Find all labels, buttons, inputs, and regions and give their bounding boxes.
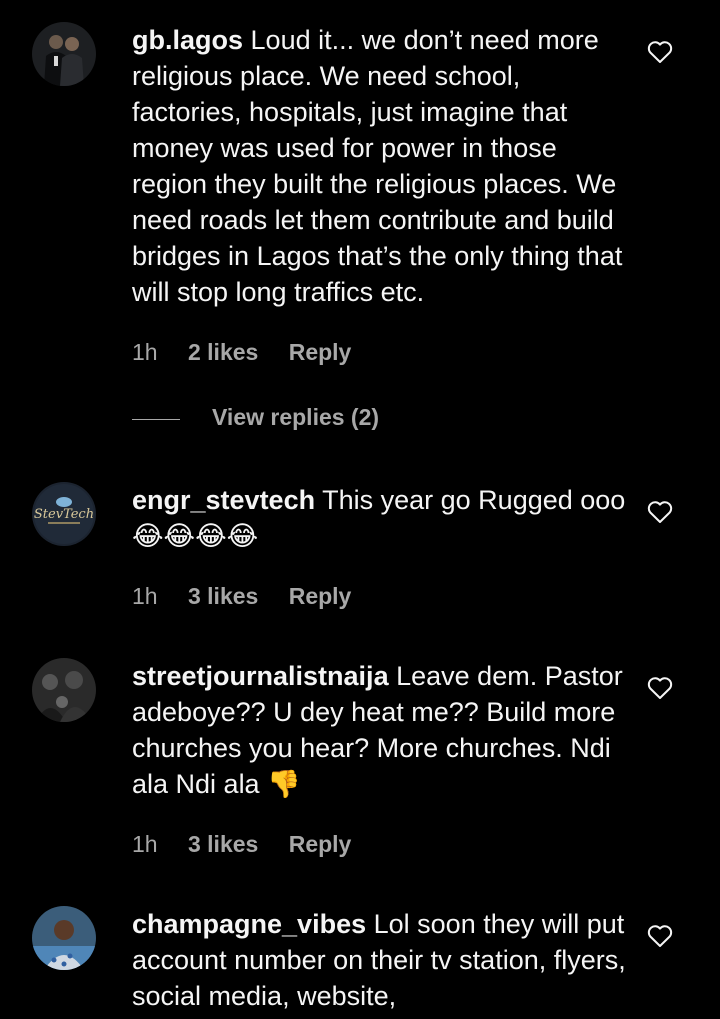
comment-text: gb.lagos Loud it... we don’t need more r… bbox=[132, 22, 632, 310]
username[interactable]: streetjournalistnaija bbox=[132, 661, 389, 691]
heart-outline-icon[interactable] bbox=[647, 40, 673, 64]
likes-count[interactable]: 3 likes bbox=[188, 831, 258, 857]
avatar[interactable] bbox=[32, 658, 96, 722]
heart-outline-icon[interactable] bbox=[647, 500, 673, 524]
comment-meta: 1h 3 likes Reply bbox=[132, 830, 375, 858]
likes-count[interactable]: 2 likes bbox=[188, 339, 258, 365]
username[interactable]: engr_stevtech bbox=[132, 485, 315, 515]
couple-photo-avatar-icon bbox=[32, 22, 96, 86]
man-photo-avatar-icon bbox=[32, 906, 96, 970]
comment-body: Loud it... we don’t need more religious … bbox=[132, 25, 630, 307]
view-replies-label[interactable]: View replies (2) bbox=[212, 404, 379, 431]
comment-text: engr_stevtech This year go Rugged ooo😂😂😂… bbox=[132, 482, 632, 554]
username[interactable]: champagne_vibes bbox=[132, 909, 366, 939]
comment-text: champagne_vibes Lol soon they will put a… bbox=[132, 906, 632, 1014]
crowd-photo-avatar-icon bbox=[32, 658, 96, 722]
username[interactable]: gb.lagos bbox=[132, 25, 243, 55]
likes-count[interactable]: 3 likes bbox=[188, 583, 258, 609]
avatar[interactable] bbox=[32, 22, 96, 86]
timestamp: 1h bbox=[132, 583, 158, 609]
divider-line bbox=[132, 419, 180, 420]
timestamp: 1h bbox=[132, 831, 158, 857]
stevtech-logo-avatar-icon: StevTech bbox=[32, 482, 96, 546]
comment-text: streetjournalistnaija Leave dem. Pastor … bbox=[132, 658, 632, 802]
comment-meta: 1h 3 likes Reply bbox=[132, 582, 375, 610]
heart-outline-icon[interactable] bbox=[647, 676, 673, 700]
avatar[interactable] bbox=[32, 906, 96, 970]
comment-meta: 1h 2 likes Reply bbox=[132, 338, 375, 366]
avatar[interactable]: StevTech bbox=[32, 482, 96, 546]
reply-button[interactable]: Reply bbox=[289, 583, 352, 609]
heart-outline-icon[interactable] bbox=[647, 924, 673, 948]
reply-button[interactable]: Reply bbox=[289, 831, 352, 857]
timestamp: 1h bbox=[132, 339, 158, 365]
stevtech-logo-text: StevTech bbox=[34, 507, 94, 522]
reply-button[interactable]: Reply bbox=[289, 339, 352, 365]
